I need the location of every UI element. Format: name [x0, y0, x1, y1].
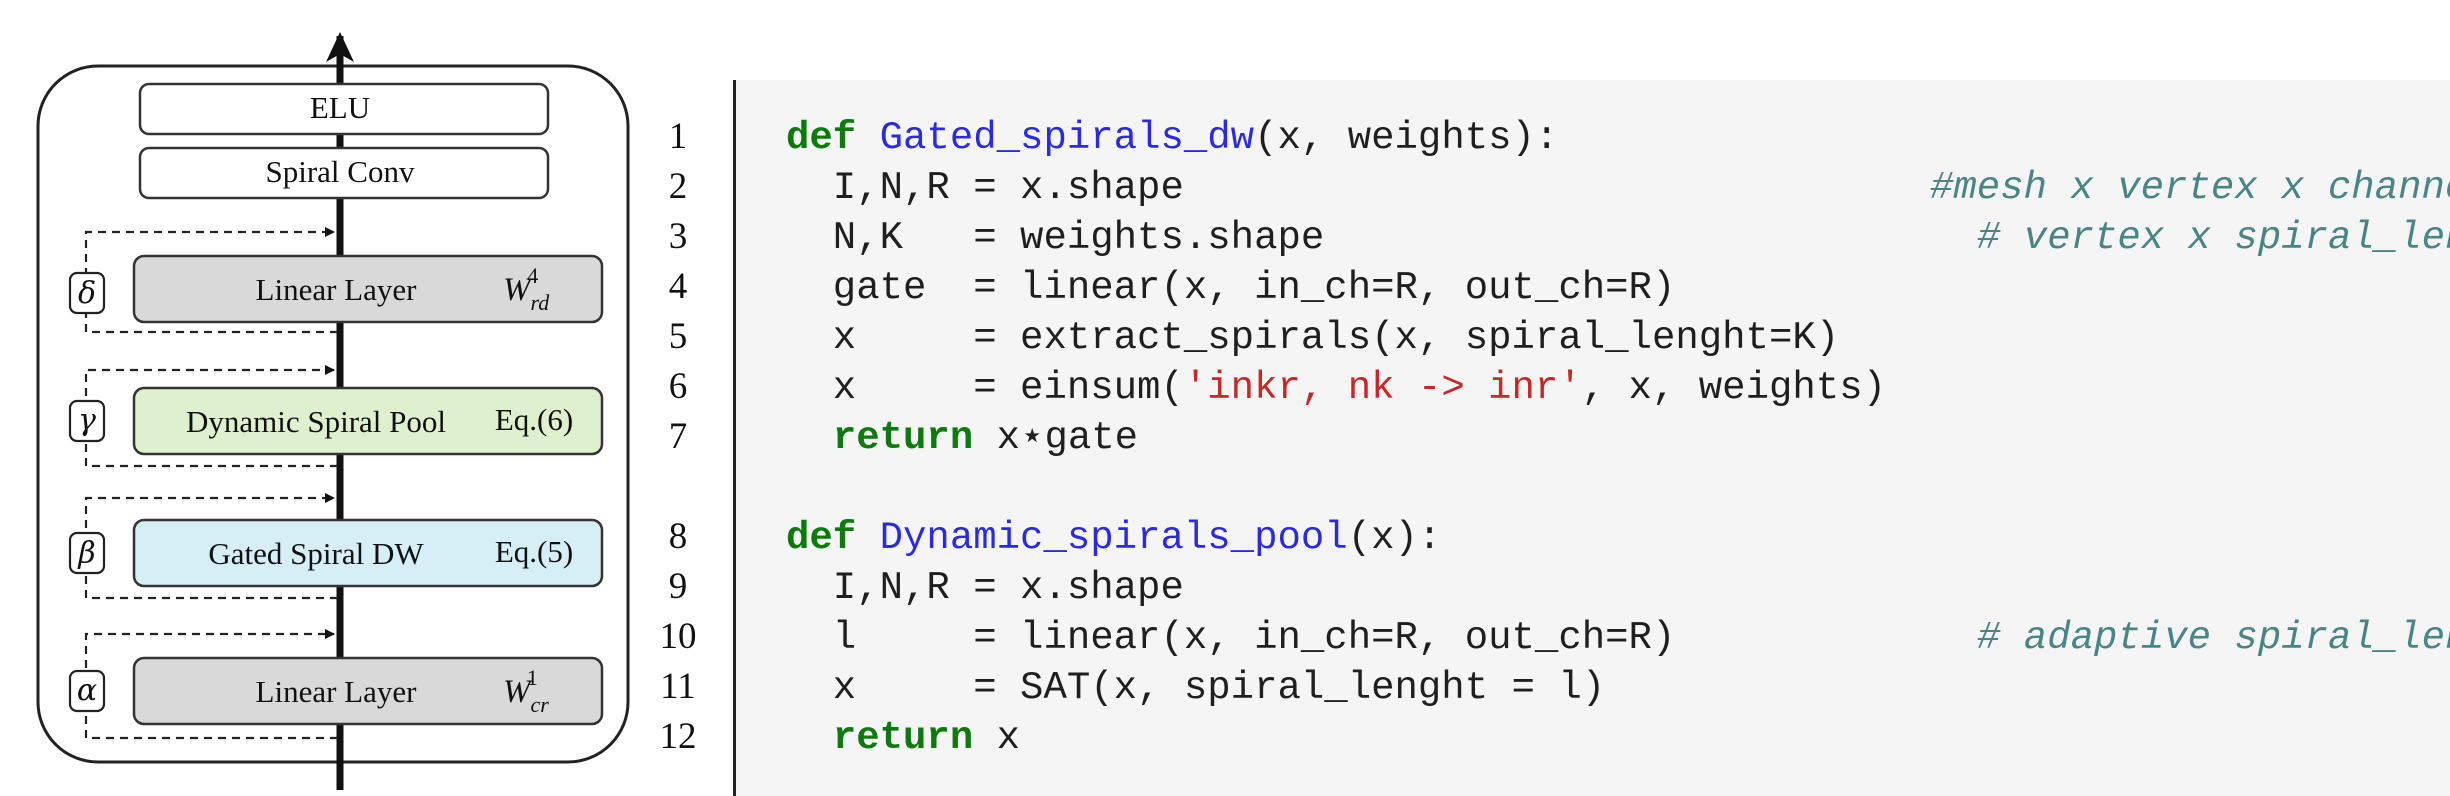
line-number: 10 [660, 616, 697, 657]
gated-spiral-dw-eq: Eq.(5) [495, 534, 573, 569]
linear-layer-top-block: Linear Layer Wrd4 [132, 254, 604, 324]
line-number: 1 [669, 116, 688, 157]
linear-layer-top-label: Linear Layer [256, 272, 418, 307]
code-panel: def Gated_spirals_dw(x, weights): I,N,R … [733, 80, 2450, 796]
dynamic-spiral-pool-block: Dynamic Spiral Pool Eq.(6) [132, 386, 604, 456]
line-numbers: 1 2 3 4 5 6 7 8 9 10 11 12 [660, 116, 697, 757]
dynamic-spiral-pool-label: Dynamic Spiral Pool [186, 404, 446, 439]
code-line-13: return x [832, 716, 1021, 760]
code-comment: #mesh x vertex x channels [1930, 166, 2450, 210]
code-comment: # vertex x spiral_lenght [1977, 216, 2450, 260]
gated-spiral-dw-label: Gated Spiral DW [208, 536, 424, 571]
function-name: Dynamic_spirals_pool [879, 516, 1348, 560]
figure: ELU Spiral Conv Linear Layer Wrd4 Dynami… [0, 0, 2450, 796]
svg-text:α: α [77, 673, 97, 708]
code-line-12: x = SAT(x, spiral_lenght = l) [786, 666, 1606, 710]
elu-block: ELU [138, 82, 550, 136]
line-number: 5 [669, 316, 688, 357]
code-line-6: x = einsum('inkr, nk -> inr', x, weights… [786, 366, 1886, 410]
gate-gamma: γ [68, 399, 106, 443]
linear-layer-bottom-label: Linear Layer [256, 674, 418, 709]
gated-spiral-dw-block: Gated Spiral DW Eq.(5) [132, 518, 604, 588]
line-number: 6 [669, 366, 688, 407]
code-line-5: x = extract_spirals(x, spiral_lenght=K) [786, 316, 1840, 360]
code-line-2: I,N,R = x.shape#mesh x vertex x channels [786, 163, 2450, 213]
gate-alpha: α [68, 669, 106, 713]
code-line-3: N,K = weights.shape# vertex x spiral_len… [786, 213, 2450, 263]
spiral-conv-block: Spiral Conv [138, 146, 550, 200]
code-line-10: I,N,R = x.shape [786, 566, 1184, 610]
code-line-1: def Gated_spirals_dw(x, weights): [786, 116, 1559, 160]
dynamic-spiral-pool-eq: Eq.(6) [495, 402, 573, 437]
line-number: 9 [669, 566, 688, 607]
line-number: 12 [660, 716, 697, 757]
line-number: 4 [669, 266, 688, 307]
line-number: 2 [669, 166, 688, 207]
code-line-4: gate = linear(x, in_ch=R, out_ch=R) [786, 266, 1676, 310]
line-number: 8 [669, 516, 688, 557]
linear-layer-bottom-block: Linear Layer Wcr1 [132, 656, 604, 726]
gate-delta: δ [68, 271, 106, 315]
spiral-conv-label: Spiral Conv [266, 154, 415, 189]
svg-text:δ: δ [78, 276, 96, 311]
line-number: 11 [660, 666, 696, 707]
elu-label: ELU [310, 90, 370, 125]
svg-text:β: β [77, 536, 95, 571]
gate-beta: β [68, 531, 106, 575]
code-line-7: return x⋆gate [832, 416, 1139, 460]
code-line-11: l = linear(x, in_ch=R, out_ch=R) # adapti… [786, 613, 2450, 663]
function-name: Gated_spirals_dw [879, 116, 1255, 160]
line-number: 7 [669, 416, 688, 457]
code-comment: # adaptive spiral_lenght [1977, 616, 2450, 660]
svg-text:γ: γ [78, 403, 96, 438]
line-number: 3 [669, 216, 688, 257]
architecture-diagram: ELU Spiral Conv Linear Layer Wrd4 Dynami… [36, 32, 697, 790]
code-string: 'inkr, nk -> inr' [1183, 366, 1582, 410]
code-line-9: def Dynamic_spirals_pool(x): [786, 516, 1442, 560]
